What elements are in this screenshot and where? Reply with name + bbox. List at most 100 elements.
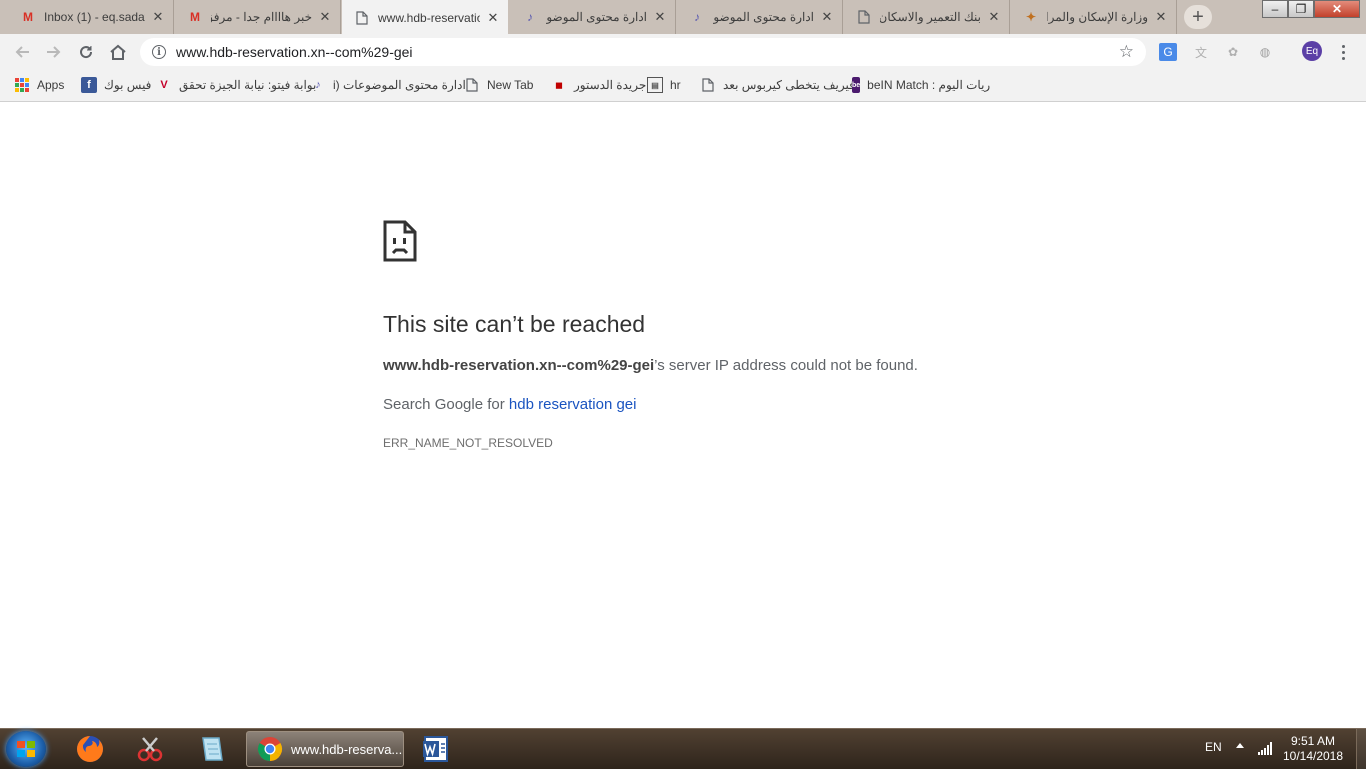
hr-icon: ▤ <box>647 77 663 93</box>
close-tab-icon[interactable]: ✕ <box>318 9 332 25</box>
globe-extension-icon[interactable]: ◍ <box>1256 43 1274 61</box>
maximize-button[interactable]: ❐ <box>1288 0 1314 18</box>
google-translate-icon[interactable]: G <box>1159 43 1177 61</box>
tab-strip: M Inbox (1) - eq.sadat ✕ M خبر هاااام جد… <box>0 0 1366 35</box>
tab-gmail-message[interactable]: M خبر هاااام جدا - مرفق ص ✕ <box>175 0 341 34</box>
network-signal-icon[interactable] <box>1258 741 1274 755</box>
chrome-taskbar-button[interactable]: www.hdb-reserva... <box>246 731 404 767</box>
search-suggestion: Search Google for hdb reservation gei <box>383 396 637 413</box>
page-icon <box>700 77 716 93</box>
bookmark-apps[interactable]: Apps <box>14 76 64 94</box>
close-tab-icon[interactable]: ✕ <box>987 9 1001 25</box>
bookmark-vito[interactable]: V بوابة فيتو: نيابة الجيزة تحقق <box>156 76 316 94</box>
close-tab-icon[interactable]: ✕ <box>820 9 834 25</box>
language-indicator[interactable]: EN <box>1205 740 1222 754</box>
show-hidden-icons-icon[interactable] <box>1236 743 1244 748</box>
start-button[interactable] <box>6 731 46 767</box>
url-text[interactable]: www.hdb-reservation.xn--com%29-gei <box>176 44 1119 60</box>
show-desktop-button[interactable] <box>1356 729 1366 769</box>
page-icon <box>464 77 480 93</box>
forward-arrow-icon <box>47 46 61 58</box>
dostor-icon: ◼ <box>555 79 563 90</box>
error-message-suffix: ’s server IP address could not be found. <box>654 357 918 374</box>
bookmark-hr[interactable]: ▤ hr <box>647 76 681 94</box>
search-google-link[interactable]: hdb reservation gei <box>509 396 637 413</box>
close-tab-icon[interactable]: ✕ <box>653 9 667 25</box>
close-tab-icon[interactable]: ✕ <box>151 9 165 25</box>
bookmark-label: جريدة الدستور <box>574 78 647 92</box>
site-icon: ♪ <box>527 10 533 24</box>
bookmark-facebook[interactable]: f فيس بوك <box>81 76 151 94</box>
home-icon <box>110 44 126 60</box>
bein-icon: be <box>852 77 861 93</box>
bookmark-label: New Tab <box>487 78 534 92</box>
word-taskbar-icon[interactable] <box>410 731 462 767</box>
vito-icon: V <box>160 79 168 91</box>
reload-button[interactable] <box>74 40 98 64</box>
bookmark-new-tab[interactable]: New Tab <box>464 76 533 94</box>
error-page: This site can’t be reached www.hdb-reser… <box>0 102 1366 728</box>
bookmark-label: ادارة محتوى الموضوعات (i <box>333 78 466 92</box>
bookmark-bein[interactable]: be beIN Match : نتائج مباريات اليوم <box>852 76 990 94</box>
taskbar: www.hdb-reserva... EN 9:51 AM 10/14/2018 <box>0 728 1366 769</box>
bookmark-zverev[interactable]: زفيريف يتخطى كيربوس بعد <box>700 76 861 94</box>
tab-content-admin-1[interactable]: ♪ ادارة محتوى الموضوعات ✕ <box>510 0 676 34</box>
clock-time: 9:51 AM <box>1290 734 1336 748</box>
snipping-tool-taskbar-icon[interactable] <box>124 731 176 767</box>
chrome-icon <box>257 737 283 761</box>
bookmark-label: Apps <box>37 78 65 92</box>
tab-title: www.hdb-reservatio <box>378 10 480 25</box>
minimize-button[interactable]: ‒ <box>1262 0 1288 18</box>
chrome-menu-icon[interactable] <box>1338 42 1348 62</box>
tab-title: وزارة الإسكان والمرافق و <box>1047 10 1148 24</box>
error-title: This site can’t be reached <box>383 311 646 337</box>
tab-hdb-reservation[interactable]: www.hdb-reservatio ✕ <box>342 0 508 35</box>
tab-housing-bank[interactable]: بنك التعمير والاسكان :: G ✕ <box>844 0 1010 34</box>
ministry-icon: ✦ <box>1025 10 1037 24</box>
back-button[interactable] <box>10 40 34 64</box>
info-icon[interactable]: i <box>152 45 166 59</box>
bookmark-label: زفيريف يتخطى كيربوس بعد <box>723 78 861 92</box>
tab-title: خبر هاااام جدا - مرفق ص <box>211 10 312 24</box>
profile-avatar[interactable]: Eq <box>1302 41 1322 61</box>
bookmark-label: beIN Match : نتائج مباريات اليوم <box>867 78 990 92</box>
tab-title: بنك التعمير والاسكان :: G <box>880 10 981 24</box>
notes-taskbar-icon[interactable] <box>186 731 238 767</box>
tab-title: Inbox (1) - eq.sadat <box>44 10 145 24</box>
error-code: ERR_NAME_NOT_RESOLVED <box>383 436 553 450</box>
tab-inbox[interactable]: M Inbox (1) - eq.sadat ✕ <box>8 0 174 34</box>
address-bar[interactable]: i www.hdb-reservation.xn--com%29-gei ☆ <box>140 38 1146 66</box>
sad-page-icon <box>383 220 417 262</box>
bookmark-label: hr <box>670 78 681 92</box>
bookmark-label: فيس بوك <box>104 78 152 92</box>
close-tab-icon[interactable]: ✕ <box>1154 9 1168 25</box>
page-icon <box>354 10 370 26</box>
tab-title: ادارة محتوى الموضوعات <box>713 10 814 24</box>
site-icon: ♪ <box>315 79 321 91</box>
extension-icon[interactable]: ✿ <box>1224 43 1242 61</box>
new-tab-button[interactable]: + <box>1184 5 1212 29</box>
home-button[interactable] <box>106 40 130 64</box>
gmail-icon: M <box>23 10 33 24</box>
reload-icon <box>80 46 93 59</box>
bookmark-dostor[interactable]: ◼ جريدة الدستور <box>551 76 646 94</box>
firefox-taskbar-icon[interactable] <box>64 731 116 767</box>
bookmark-content-admin[interactable]: ♪ ادارة محتوى الموضوعات (i <box>310 76 466 94</box>
system-clock[interactable]: 9:51 AM 10/14/2018 <box>1280 734 1346 764</box>
close-tab-icon[interactable]: ✕ <box>486 10 500 26</box>
tab-housing-ministry[interactable]: ✦ وزارة الإسكان والمرافق و ✕ <box>1011 0 1177 34</box>
site-icon: ♪ <box>694 10 700 24</box>
tab-content-admin-2[interactable]: ♪ ادارة محتوى الموضوعات ✕ <box>677 0 843 34</box>
translate-extension-icon[interactable]: 文 <box>1192 43 1210 61</box>
facebook-icon: f <box>81 77 97 93</box>
search-prefix: Search Google for <box>383 396 509 413</box>
close-window-button[interactable]: ✕ <box>1314 0 1360 18</box>
bookmark-label: بوابة فيتو: نيابة الجيزة تحقق <box>179 78 317 92</box>
forward-button[interactable] <box>42 40 66 64</box>
bookmark-star-icon[interactable]: ☆ <box>1119 42 1134 62</box>
bookmarks-bar: Apps f فيس بوك V بوابة فيتو: نيابة الجيز… <box>0 70 1366 102</box>
error-host: www.hdb-reservation.xn--com%29-gei <box>383 357 655 374</box>
tab-title: ادارة محتوى الموضوعات <box>546 10 647 24</box>
gmail-icon: M <box>190 10 200 24</box>
apps-grid-icon <box>14 77 30 93</box>
